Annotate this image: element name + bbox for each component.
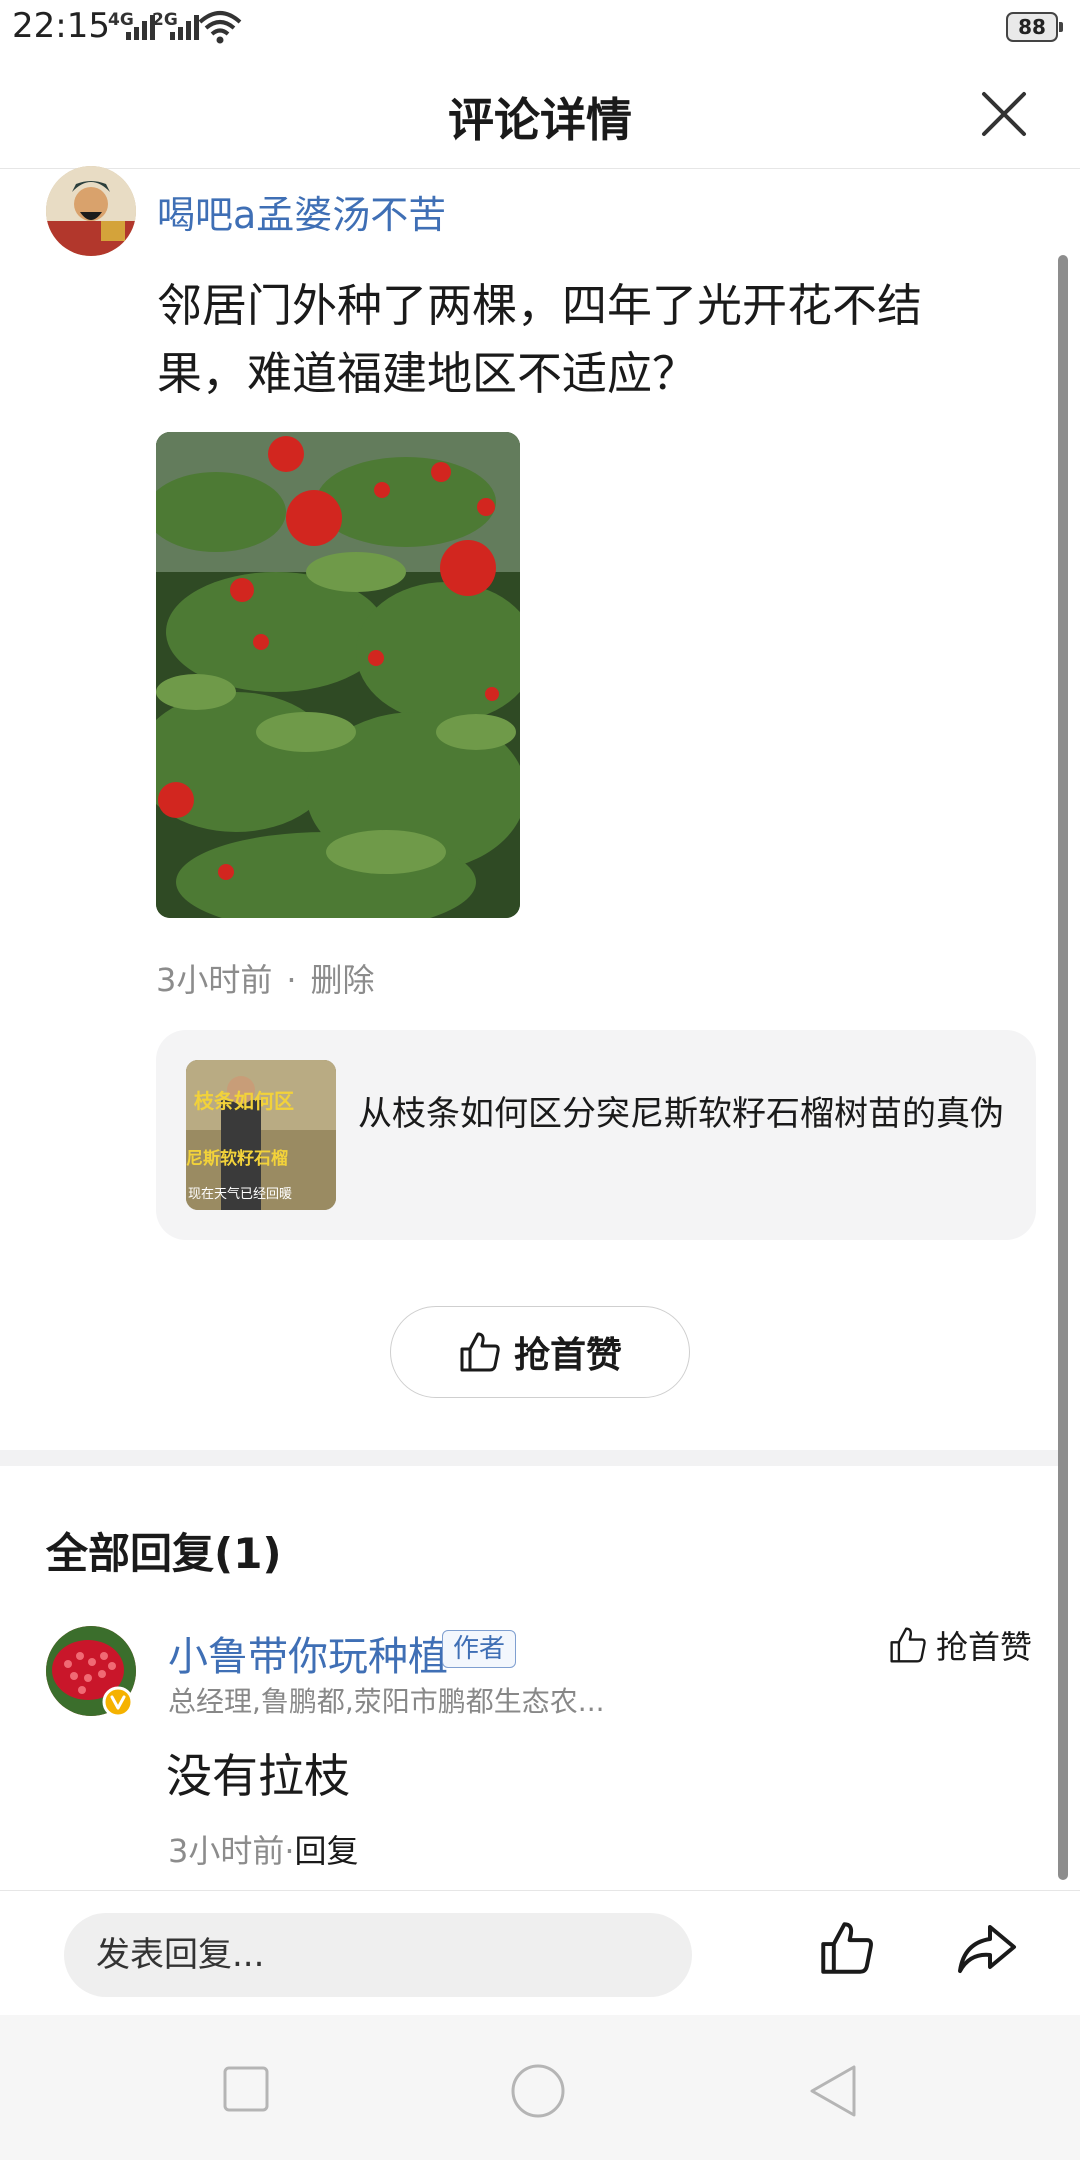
reply-author-name[interactable]: 小鲁带你玩种植 <box>168 1624 448 1682</box>
reply-like-button[interactable]: 抢首赞 <box>888 1622 1032 1668</box>
reply-input[interactable]: 发表回复... <box>64 1913 692 1997</box>
reply-button[interactable]: 回复 <box>295 1832 359 1870</box>
wifi-icon <box>198 11 242 44</box>
post-image[interactable] <box>156 432 520 918</box>
status-time: 22:15 <box>12 6 110 46</box>
reply-author-subtitle: 总经理,鲁鹏都,荥阳市鹏都生态农... <box>168 1685 605 1718</box>
thumbs-up-icon <box>460 1332 500 1372</box>
thumb-text-2: 尼斯软籽石榴 <box>186 1148 288 1169</box>
signal-bars-1-icon <box>126 14 155 40</box>
close-icon[interactable] <box>976 86 1032 142</box>
back-icon[interactable] <box>808 2063 858 2119</box>
recents-icon[interactable] <box>222 2065 270 2113</box>
linked-video-title: 从枝条如何区分突尼斯软籽石榴树苗的真伪 <box>358 1094 1004 1134</box>
like-icon[interactable] <box>818 1919 876 1977</box>
reply-like-label: 抢首赞 <box>936 1628 1033 1666</box>
author-avatar[interactable] <box>46 166 136 256</box>
header: 评论详情 <box>0 60 1080 169</box>
battery-icon: 88 <box>1006 12 1063 42</box>
section-divider <box>0 1450 1062 1466</box>
post-meta: 3小时前 · 删除 <box>156 961 375 999</box>
like-first-label: 抢首赞 <box>513 1335 622 1376</box>
page-title: 评论详情 <box>448 93 632 147</box>
delete-link[interactable]: 删除 <box>311 961 375 999</box>
linked-video-thumbnail: 枝条如何区 尼斯软籽石榴 现在天气已经回暖 <box>186 1060 336 1210</box>
reply-meta: 3小时前·回复 <box>168 1832 359 1870</box>
thumb-caption: 现在天气已经回暖 <box>188 1186 292 1202</box>
home-icon[interactable] <box>510 2063 566 2119</box>
author-badge: 作者 <box>442 1630 517 1668</box>
thumb-text-1: 枝条如何区 <box>194 1089 294 1113</box>
like-first-button[interactable]: 抢首赞 <box>390 1306 690 1398</box>
author-name[interactable]: 喝吧a孟婆汤不苦 <box>157 184 446 239</box>
reply-text: 没有拉枝 <box>166 1749 350 1803</box>
share-icon[interactable] <box>956 1921 1018 1977</box>
post-text: 邻居门外种了两棵，四年了光开花不结果，难道福建地区不适应？ <box>157 279 923 400</box>
post-time: 3小时前 <box>156 961 273 999</box>
battery-level: 88 <box>1018 15 1046 39</box>
reply-time: 3小时前 <box>168 1832 285 1870</box>
thumbs-up-icon <box>890 1627 926 1663</box>
status-bar: 22:15 4G 2G 88 <box>0 0 1080 60</box>
scrollbar[interactable] <box>1058 255 1068 1880</box>
replies-heading: 全部回复(1) <box>46 1529 282 1578</box>
verified-badge-icon <box>102 1686 134 1718</box>
linked-video-card[interactable]: 枝条如何区 尼斯软籽石榴 现在天气已经回暖 从枝条如何区分突尼斯软籽石榴树苗的真… <box>156 1030 1036 1240</box>
bottom-action-bar: 发表回复... <box>0 1890 1080 2016</box>
system-navigation-bar <box>0 2015 1080 2160</box>
signal-bars-2-icon <box>170 14 199 40</box>
